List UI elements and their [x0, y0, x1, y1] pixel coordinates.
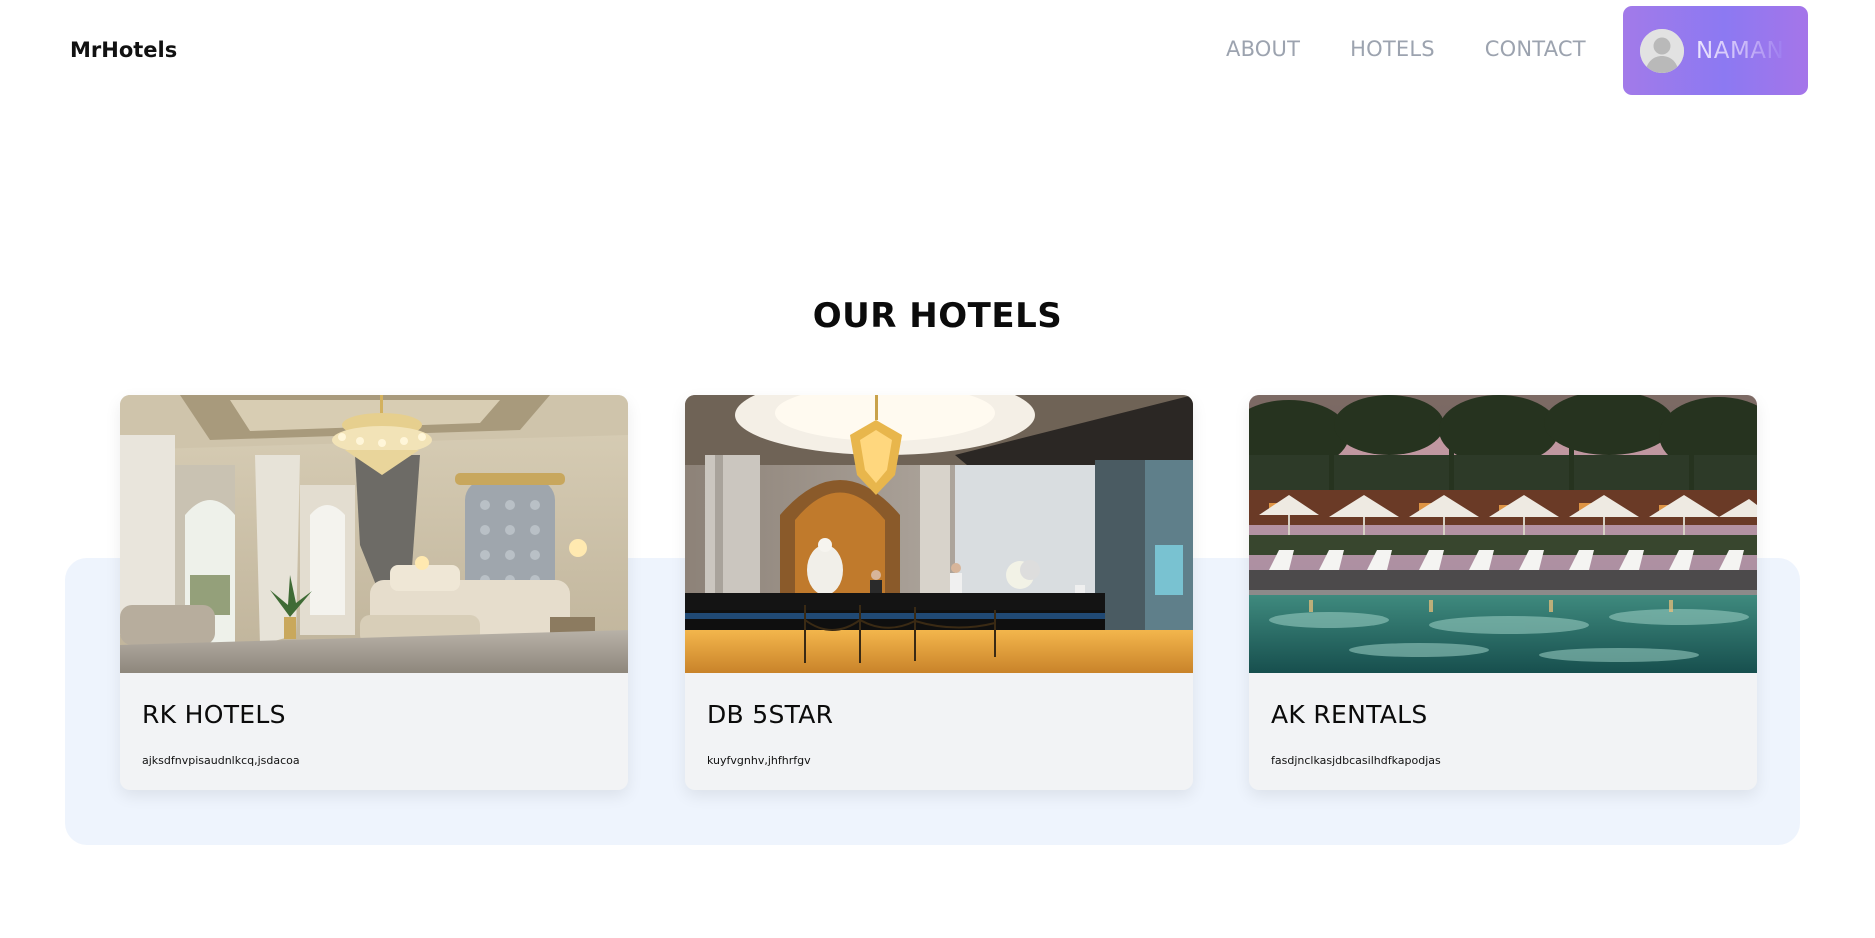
hotel-name: AK RENTALS	[1271, 700, 1428, 729]
hotel-description: fasdjnclkasjdbcasilhdfkapodjas	[1271, 754, 1441, 767]
hotel-description: ajksdfnvpisaudnlkcq,jsdacoa	[142, 754, 300, 767]
nav-link-contact[interactable]: CONTACT	[1485, 37, 1586, 67]
user-name: NAMAN	[1696, 37, 1785, 64]
hotel-card[interactable]: RK HOTELS ajksdfnvpisaudnlkcq,jsdacoa	[120, 395, 628, 790]
nav-links: ABOUT HOTELS CONTACT	[1226, 37, 1586, 67]
nav-link-hotels[interactable]: HOTELS	[1350, 37, 1435, 67]
brand-logo[interactable]: MrHotels	[70, 38, 177, 62]
navbar: MrHotels ABOUT HOTELS CONTACT NAMAN	[0, 0, 1875, 102]
section-title: OUR HOTELS	[812, 296, 1063, 336]
hotel-name: DB 5STAR	[707, 700, 834, 729]
nav-link-about[interactable]: ABOUT	[1226, 37, 1300, 67]
hotel-image-bedroom	[120, 395, 628, 673]
hotel-description: kuyfvgnhv,jhfhrfgv	[707, 754, 811, 767]
user-profile-button[interactable]: NAMAN	[1623, 6, 1808, 95]
hotel-card[interactable]: DB 5STAR kuyfvgnhv,jhfhrfgv	[685, 395, 1193, 790]
hotel-image-lobby	[685, 395, 1193, 673]
hotel-image-pool	[1249, 395, 1757, 673]
user-avatar-icon	[1640, 28, 1684, 73]
hotel-name: RK HOTELS	[142, 700, 286, 729]
hotel-card[interactable]: AK RENTALS fasdjnclkasjdbcasilhdfkapodja…	[1249, 395, 1757, 790]
